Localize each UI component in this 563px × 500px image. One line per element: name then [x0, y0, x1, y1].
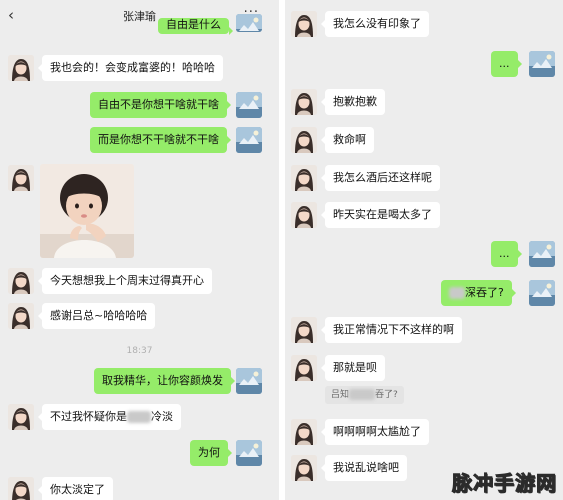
- message-text: 冷淡: [151, 410, 173, 423]
- message-bubble-incoming[interactable]: 啊啊啊啊太尴尬了: [321, 419, 429, 445]
- avatar-contact[interactable]: [8, 55, 34, 81]
- message-text: 深吞了?: [465, 286, 504, 299]
- avatar-contact[interactable]: [8, 477, 34, 500]
- message-bubble-incoming[interactable]: 我怎么酒后还这样呢: [321, 165, 440, 191]
- right-chat-panel: 我怎么没有印象了 ... 抱歉抱歉 救命啊 我怎么酒后还这样呢 昨天实在是喝太多…: [285, 0, 563, 500]
- avatar-contact[interactable]: [291, 455, 317, 481]
- avatar-contact[interactable]: [291, 89, 317, 115]
- avatar-self[interactable]: [236, 440, 262, 466]
- quote-text: 吕知: [331, 390, 350, 400]
- message-bubble-outgoing[interactable]: 深吞了?: [441, 280, 516, 306]
- avatar-self[interactable]: [236, 92, 262, 118]
- message-bubble-incoming[interactable]: 我正常情况下不这样的啊: [321, 317, 462, 343]
- avatar-contact[interactable]: [291, 355, 317, 381]
- left-chat-panel: ‹ 张津瑜 ··· 自由是什么 我也会的！会变成富婆的！哈哈哈 自由不是你想干啥…: [0, 0, 279, 500]
- quote-text: 吞了?: [375, 390, 398, 400]
- site-watermark: 脉冲手游网: [452, 471, 557, 496]
- message-bubble-outgoing[interactable]: ...: [491, 51, 521, 77]
- avatar-self[interactable]: [529, 280, 555, 306]
- message-bubble-incoming[interactable]: 我也会的！会变成富婆的！哈哈哈: [38, 55, 223, 81]
- avatar-self[interactable]: [236, 127, 262, 153]
- avatar-contact[interactable]: [291, 165, 317, 191]
- message-bubble-incoming[interactable]: 昨天实在是喝太多了: [321, 202, 440, 228]
- message-bubble-incoming[interactable]: 救命啊: [321, 127, 374, 153]
- message-bubble-outgoing[interactable]: 取我精华，让你容颜焕发: [94, 368, 235, 394]
- avatar-contact[interactable]: [291, 202, 317, 228]
- message-bubble-outgoing[interactable]: 为何: [190, 440, 232, 466]
- blurred-text: [349, 389, 376, 400]
- message-bubble-incoming[interactable]: 那就是呗: [321, 355, 385, 381]
- message-bubble-outgoing[interactable]: 自由不是你想干啥就干啥: [90, 92, 231, 118]
- message-bubble-incoming[interactable]: 我说乱说啥吧: [321, 455, 407, 481]
- avatar-contact[interactable]: [291, 317, 317, 343]
- avatar-self[interactable]: [236, 368, 262, 394]
- message-bubble-outgoing[interactable]: ...: [491, 241, 521, 267]
- message-text: 不过我怀疑你是: [50, 410, 127, 423]
- avatar-contact[interactable]: [8, 165, 34, 191]
- avatar-self[interactable]: [529, 241, 555, 267]
- avatar-contact[interactable]: [291, 127, 317, 153]
- avatar-contact[interactable]: [8, 303, 34, 329]
- quoted-reply[interactable]: 吕知 吞了?: [325, 386, 404, 404]
- message-bubble-incoming[interactable]: 不过我怀疑你是 冷淡: [38, 404, 181, 430]
- message-bubble-incoming[interactable]: 抱歉抱歉: [321, 89, 385, 115]
- message-bubble-incoming[interactable]: 今天想想我上个周末过得真开心: [38, 268, 212, 294]
- message-bubble-outgoing[interactable]: 而是你想不干啥就不干啥: [90, 127, 231, 153]
- message-timestamp: 18:37: [126, 346, 153, 356]
- avatar-self[interactable]: [236, 14, 262, 32]
- blurred-text: [127, 411, 151, 423]
- avatar-contact[interactable]: [8, 268, 34, 294]
- avatar-self[interactable]: [529, 51, 555, 77]
- blurred-text: [449, 287, 465, 299]
- message-bubble-outgoing[interactable]: 自由是什么: [158, 18, 233, 35]
- child-photo-image: [40, 164, 134, 258]
- avatar-contact[interactable]: [291, 11, 317, 37]
- avatar-contact[interactable]: [291, 419, 317, 445]
- message-bubble-incoming[interactable]: 你太淡定了: [38, 477, 113, 500]
- photo-message-child[interactable]: [40, 164, 134, 258]
- avatar-contact[interactable]: [8, 404, 34, 430]
- message-bubble-incoming[interactable]: 我怎么没有印象了: [321, 11, 429, 37]
- message-bubble-incoming[interactable]: 感谢吕总~哈哈哈哈: [37, 303, 156, 329]
